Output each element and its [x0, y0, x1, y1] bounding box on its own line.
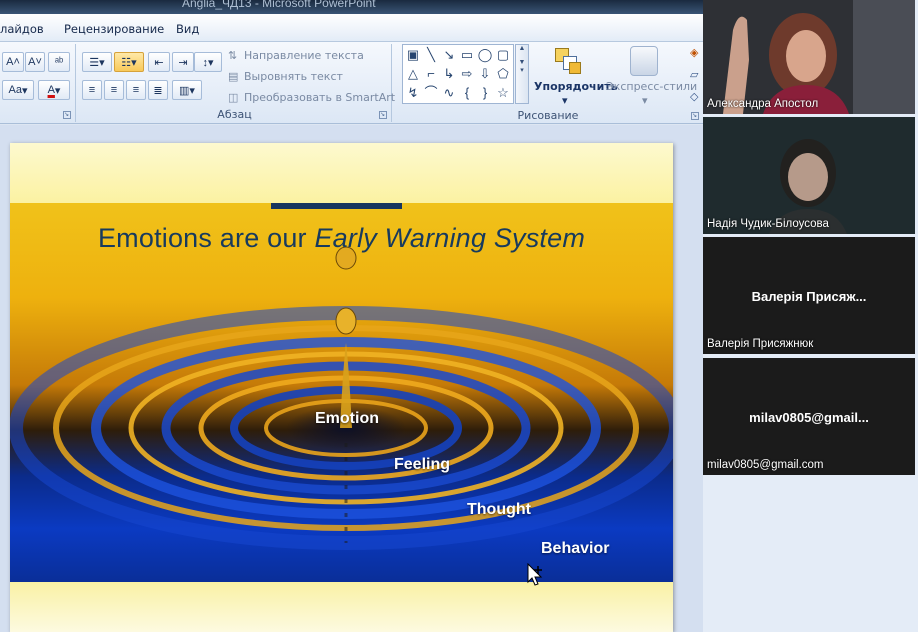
callout-icon[interactable]: ⬠	[495, 66, 511, 82]
elbow-connector-icon[interactable]: ⌐	[423, 66, 439, 82]
curve-icon[interactable]: ∿	[441, 85, 457, 101]
slide-title-emphasis: Early Warning System	[314, 223, 586, 253]
shape-fill-icon[interactable]: ◈	[690, 46, 698, 59]
quick-styles-button[interactable]: Экспресс-стили	[606, 80, 697, 93]
right-brace-icon[interactable]: }	[477, 85, 493, 101]
numbering-button[interactable]: ☷▾	[114, 52, 144, 72]
right-arrow-icon[interactable]: ⇨	[459, 66, 475, 82]
participant-video	[703, 0, 915, 114]
participant-tile[interactable]: Александра Апостол	[703, 0, 915, 114]
paragraph-dialog-launcher-icon[interactable]: ↘	[379, 111, 387, 119]
slide-canvas[interactable]: Emotions are our Early Warning System Em…	[10, 143, 673, 632]
ripple-graphic	[10, 246, 673, 550]
word-feeling: Feeling	[394, 456, 451, 473]
grow-font-button[interactable]: A ˄	[2, 52, 24, 72]
font-group: A ˄ A˅ ᵃᵇ Aa ▾ A ▾ ↘	[0, 44, 76, 122]
participant-name: Александра Апостол	[707, 98, 819, 110]
slide-title-main: Emotions are our	[97, 223, 315, 253]
quick-styles-icon[interactable]	[630, 46, 658, 76]
tab-slides[interactable]: лайдов	[0, 22, 44, 36]
justify-button[interactable]: ≣	[148, 80, 168, 100]
arrange-icon[interactable]	[553, 46, 583, 76]
participant-tile[interactable]: milav0805@gmail... milav0805@gmail.com	[703, 358, 915, 475]
decrease-indent-button[interactable]: ⇤	[148, 52, 170, 72]
participant-label: Валерія Присяж...	[751, 289, 867, 304]
curved-arrow-icon[interactable]: ↯	[405, 85, 421, 101]
shrink-font-button[interactable]: A˅	[25, 52, 45, 72]
star-icon[interactable]: ☆	[495, 85, 511, 101]
tab-review[interactable]: Рецензирование	[64, 22, 164, 36]
slide-accent-bar	[271, 203, 402, 209]
align-center-button[interactable]: ≡	[104, 80, 124, 100]
text-box-icon[interactable]: ▣	[405, 47, 421, 63]
clear-formatting-button[interactable]: ᵃᵇ	[48, 52, 70, 72]
slide-top-band	[10, 143, 673, 203]
shape-outline-icon[interactable]: ▱	[690, 68, 698, 81]
columns-button[interactable]: ▥▾	[172, 80, 202, 100]
window-title: Anglia_ЧД13 - Microsoft PowerPoint	[182, 0, 376, 10]
oval-icon[interactable]: ◯	[477, 47, 493, 63]
smartart-icon: ◫	[228, 91, 239, 104]
line-spacing-button[interactable]: ↕▾	[194, 52, 222, 72]
increase-indent-button[interactable]: ⇥	[172, 52, 194, 72]
text-direction-icon: ⇅	[228, 49, 238, 62]
drawing-group-label: Рисование	[517, 109, 579, 122]
tab-view[interactable]: Вид	[176, 22, 199, 36]
bullets-button[interactable]: ☰▾	[82, 52, 112, 72]
paragraph-group: ☰▾ ☷▾ ⇤ ⇥ ↕▾ ≡ ≡ ≡ ≣ ▥▾ ⇅ Направление те…	[78, 44, 395, 122]
arrow-line-icon[interactable]: ↘	[441, 47, 457, 63]
align-left-button[interactable]: ≡	[82, 80, 102, 100]
participant-video	[703, 117, 915, 234]
align-text-button[interactable]: Выровнять текст	[244, 70, 343, 83]
word-thought: Thought	[467, 501, 531, 518]
word-emotion: Emotion	[315, 410, 379, 427]
word-behavior: Behavior	[541, 540, 610, 557]
text-direction-button[interactable]: Направление текста	[244, 49, 364, 62]
water-drop-image	[10, 203, 673, 582]
left-brace-icon[interactable]: {	[459, 85, 475, 101]
line-icon[interactable]: ╲	[423, 47, 439, 63]
arrange-dropdown-icon[interactable]: ▾	[562, 94, 568, 107]
rounded-rectangle-icon[interactable]: ▢	[495, 47, 511, 63]
shapes-gallery: ▣ ╲ ↘ ▭ ◯ ▢ △ ⌐ ↳ ⇨ ⇩ ⬠ ↯ ⌒ ∿ { } ☆	[402, 44, 514, 104]
move-cursor-icon	[527, 563, 543, 586]
shapes-gallery-scroll[interactable]: ▲ ▼ ▾	[515, 44, 529, 104]
participant-name: Валерія Присяжнюк	[707, 338, 814, 350]
participant-name: Надія Чудик-Білоусова	[707, 218, 829, 230]
change-case-button[interactable]: Aa ▾	[2, 80, 34, 100]
convert-smartart-button[interactable]: Преобразовать в SmartArt	[244, 91, 395, 104]
elbow-arrow-icon[interactable]: ↳	[441, 66, 457, 82]
align-text-icon: ▤	[228, 70, 239, 83]
down-arrow-icon[interactable]: ⇩	[477, 66, 493, 82]
quick-styles-dropdown-icon[interactable]: ▾	[642, 94, 648, 107]
rectangle-icon[interactable]: ▭	[459, 47, 475, 63]
font-dialog-launcher-icon[interactable]: ↘	[63, 111, 71, 119]
triangle-icon[interactable]: △	[405, 66, 421, 82]
participant-label: milav0805@gmail...	[749, 410, 869, 425]
participant-tile[interactable]: Валерія Присяж... Валерія Присяжнюк	[703, 237, 915, 354]
participant-name: milav0805@gmail.com	[707, 459, 824, 471]
paragraph-group-label: Абзац	[217, 108, 252, 121]
font-color-button[interactable]: A ▾	[38, 80, 70, 100]
align-right-button[interactable]: ≡	[126, 80, 146, 100]
slide-title: Emotions are our Early Warning System	[10, 223, 673, 254]
slide-bottom-band	[10, 582, 673, 632]
shape-effects-icon[interactable]: ◇	[690, 90, 698, 103]
arc-icon[interactable]: ⌒	[423, 85, 439, 101]
participant-tile[interactable]: Надія Чудик-Білоусова	[703, 117, 915, 234]
drawing-dialog-launcher-icon[interactable]: ↘	[691, 112, 699, 120]
